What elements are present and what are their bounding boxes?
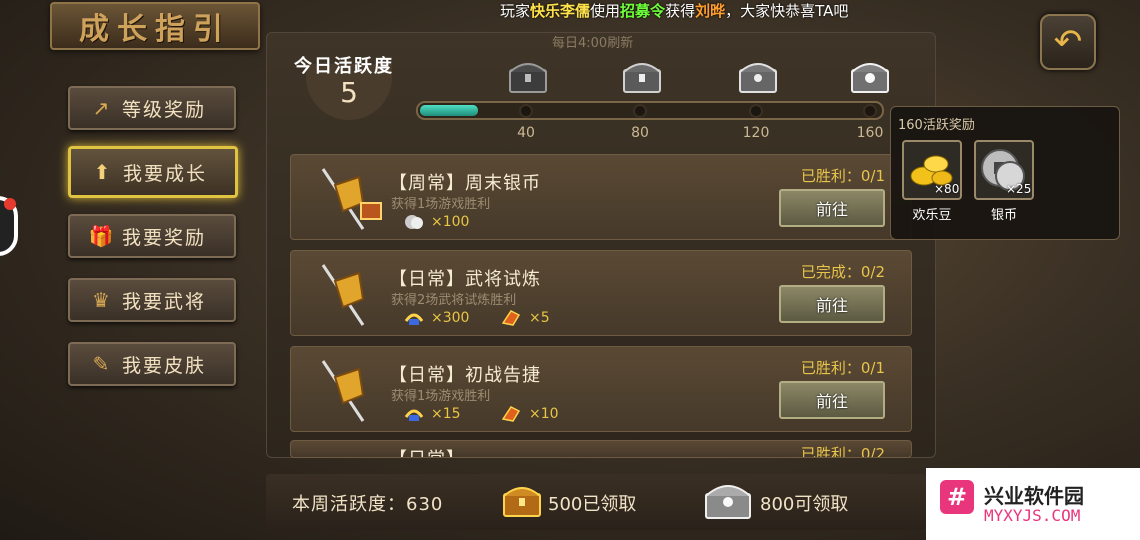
task-card: 【周常】周末银币 获得1场游戏胜利 ×100 已胜利：0/1 前往 — [290, 154, 912, 240]
refresh-note: 每日4:00刷新 — [552, 36, 634, 51]
reward-item: ×300 — [403, 309, 469, 327]
watermark-url: MYXYJS.COM — [984, 506, 1081, 525]
task-desc: 获得1场游戏胜利 — [391, 389, 491, 404]
ticker-player: 快乐李儒 — [530, 2, 591, 20]
claimable-text: 800可领取 — [760, 494, 849, 515]
watermark-logo: # — [940, 480, 974, 514]
watermark-name: 兴业软件园 — [984, 484, 1084, 508]
reward-count: ×5 — [529, 310, 550, 326]
page-title-banner: 成长指引 — [50, 2, 260, 50]
item-name: 银币 — [990, 208, 1017, 223]
ticker-text: 获得 — [665, 2, 696, 20]
gift-icon: 🎁 — [88, 224, 114, 248]
milestone-dot — [863, 104, 877, 118]
page-title: 成长指引 — [79, 12, 231, 47]
notification-dot — [4, 198, 16, 210]
task-progress: 已完成：0/2 — [800, 263, 885, 281]
menu-label: 我要奖励 — [122, 226, 207, 249]
activity-icon — [501, 406, 521, 422]
today-activity-label: 今日活跃度 — [294, 56, 394, 77]
menu-grow-button[interactable]: ⬆ 我要成长 — [68, 146, 238, 198]
return-arrow-icon: ↶ — [1053, 22, 1083, 62]
helmet-icon: ♛ — [92, 288, 110, 312]
task-card: 【日常】初战告捷 获得1场游戏胜利 ×15 ×10 已胜利：0/1 前往 — [290, 346, 912, 432]
reward-item: ×10 — [501, 405, 559, 423]
menu-label: 我要武将 — [122, 290, 207, 313]
chest-icon-80[interactable] — [620, 56, 664, 96]
ticker-text: ，大家快恭喜TA吧 — [725, 2, 849, 20]
task-progress: 已胜利：0/1 — [800, 359, 885, 377]
reward-count: ×10 — [529, 406, 559, 422]
ticker-text: 玩家 — [500, 2, 531, 20]
activity-progress-bar — [416, 101, 884, 120]
task-title: 【日常】 — [389, 445, 465, 457]
weekly-activity-label: 本周活跃度：630 — [292, 494, 444, 515]
task-progress: 已胜利：0/2 — [800, 445, 885, 458]
menu-label: 我要成长 — [123, 162, 208, 185]
ticker-item: 招募令 — [620, 2, 666, 20]
milestone-label: 120 — [742, 125, 770, 141]
reward-count: ×300 — [431, 310, 470, 326]
go-button[interactable]: 前往 — [779, 381, 885, 419]
menu-level-reward-button[interactable]: ↗ 等级奖励 — [68, 86, 236, 130]
ticker-text: 使用 — [590, 2, 621, 20]
reward-item: ×100 — [403, 213, 469, 231]
milestone-dot — [519, 104, 533, 118]
chest-icon-40[interactable] — [506, 56, 550, 96]
back-button[interactable]: ↶ — [1040, 14, 1096, 70]
item-count: ×25 — [1006, 182, 1032, 196]
task-title: 【周常】周末银币 — [389, 173, 541, 194]
milestone-label: 80 — [631, 125, 649, 141]
go-button[interactable]: 前往 — [779, 189, 885, 227]
chest-icon-160[interactable] — [848, 56, 892, 96]
scroll-icon: ✎ — [92, 352, 110, 376]
task-title: 【日常】武将试炼 — [389, 269, 541, 290]
arrow-up-icon: ⬆ — [93, 160, 111, 184]
item-name: 欢乐豆 — [912, 208, 952, 223]
menu-label: 我要皮肤 — [122, 354, 207, 377]
menu-general-button[interactable]: ♛ 我要武将 — [68, 278, 236, 322]
milestone-dot — [749, 104, 763, 118]
tooltip-item: ×25 — [974, 140, 1034, 200]
level-up-icon: ↗ — [92, 96, 110, 120]
activity-progress-fill — [420, 105, 478, 116]
milestone-dot — [633, 104, 647, 118]
menu-skin-button[interactable]: ✎ 我要皮肤 — [68, 342, 236, 386]
task-card: 【日常】 已胜利：0/2 — [290, 440, 912, 458]
menu-reward-button[interactable]: 🎁 我要奖励 — [68, 214, 236, 258]
reward-count: ×100 — [431, 214, 470, 230]
reward-item: ×5 — [501, 309, 550, 327]
item-count: ×80 — [934, 182, 960, 196]
task-desc: 获得1场游戏胜利 — [391, 197, 491, 212]
tooltip-title: 160活跃奖励 — [898, 118, 975, 133]
banner-spear-icon — [321, 168, 382, 230]
milestone-label: 160 — [856, 125, 884, 141]
go-button[interactable]: 前往 — [779, 285, 885, 323]
claimed-text: 500已领取 — [548, 494, 637, 515]
reward-count: ×15 — [431, 406, 461, 422]
tooltip-item: ×80 — [902, 140, 962, 200]
banner-spear-icon — [321, 360, 365, 422]
task-title: 【日常】初战告捷 — [389, 365, 541, 386]
menu-label: 等级奖励 — [122, 98, 207, 121]
chest-icon-120[interactable] — [736, 56, 780, 96]
exp-icon — [404, 409, 424, 421]
milestone-label: 40 — [517, 125, 535, 141]
today-activity-value: 5 — [340, 76, 358, 109]
silver-chest-icon[interactable] — [702, 476, 754, 522]
activity-icon — [501, 310, 521, 326]
ticker-hero: 刘晔 — [695, 2, 726, 20]
task-progress: 已胜利：0/1 — [800, 167, 885, 185]
broadcast-ticker: 玩家快乐李儒使用招募令获得刘晔，大家快恭喜TA吧 — [500, 0, 980, 22]
silver-coin-icon — [405, 215, 423, 229]
task-card: 【日常】武将试炼 获得2场武将试炼胜利 ×300 ×5 已完成：0/2 前往 — [290, 250, 912, 336]
gold-chest-icon[interactable] — [500, 480, 544, 520]
task-desc: 获得2场武将试炼胜利 — [391, 293, 517, 308]
banner-spear-icon — [321, 264, 365, 326]
exp-icon — [404, 313, 424, 325]
reward-item: ×15 — [403, 405, 461, 423]
